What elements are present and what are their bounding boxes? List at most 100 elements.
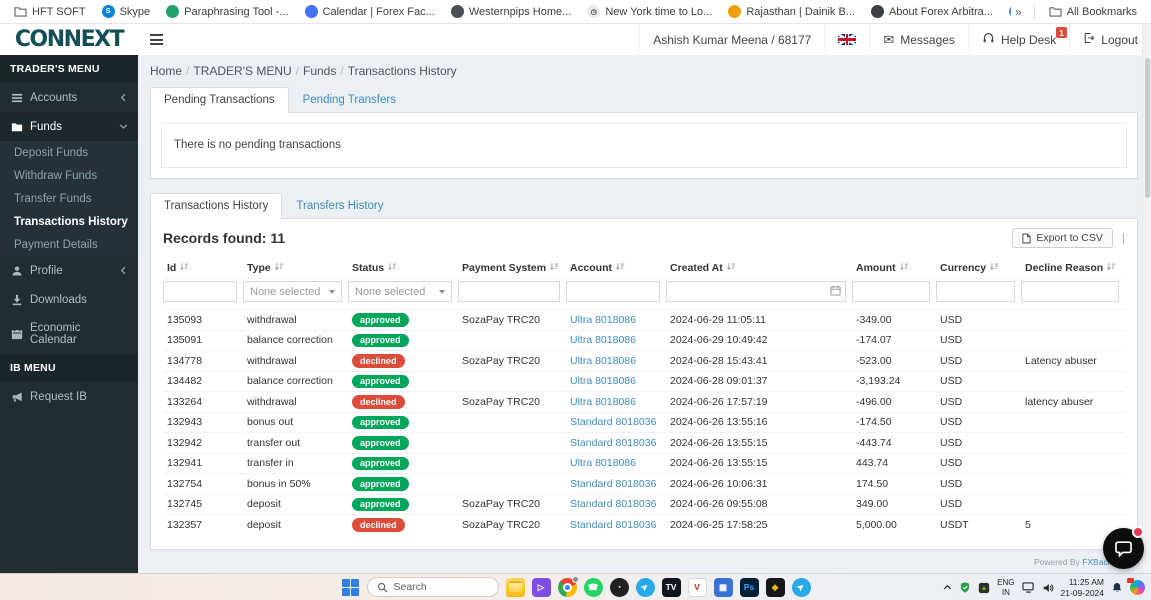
account-link[interactable]: Ultra 8018086 (570, 375, 636, 387)
cell-status: approved (348, 371, 458, 392)
all-bookmarks-button[interactable]: All Bookmarks (1043, 4, 1143, 20)
sidebar-item-downloads[interactable]: Downloads (0, 285, 138, 314)
column-header-amount[interactable]: Amount (852, 256, 936, 279)
bookmark-google-translate[interactable]: Google Translate (1003, 3, 1011, 20)
export-to-csv-button[interactable]: Export to CSV (1012, 228, 1113, 248)
gpu-app-icon[interactable] (978, 582, 990, 594)
volume-icon[interactable] (1042, 582, 1054, 594)
media-player-icon[interactable]: ▷ (532, 578, 551, 597)
column-header-decline-reason[interactable]: Decline Reason (1021, 256, 1125, 279)
telegram-icon-2[interactable]: ➤ (792, 578, 811, 597)
bookmark-new-york-time-to-lo[interactable]: ◷New York time to Lo... (581, 3, 718, 20)
network-icon[interactable] (1022, 582, 1035, 593)
tab-pending-transfers[interactable]: Pending Transfers (289, 87, 410, 113)
tradingview-icon[interactable]: TV (662, 578, 681, 597)
sidebar-item-accounts[interactable]: Accounts (0, 83, 138, 112)
help-desk-button[interactable]: Help Desk 1 (968, 24, 1069, 55)
sidebar-item-transfer-funds[interactable]: Transfer Funds (0, 187, 138, 210)
sidebar-item-withdraw-funds[interactable]: Withdraw Funds (0, 164, 138, 187)
tab-transactions-history[interactable]: Transactions History (150, 193, 282, 219)
filter-input-id[interactable] (163, 281, 237, 302)
cell: USD (936, 371, 1021, 392)
account-link[interactable]: Standard 8018036 (570, 519, 656, 531)
account-link[interactable]: Standard 8018036 (570, 478, 656, 490)
bookmark-rajasthan-dainik-b[interactable]: Rajasthan | Dainik B... (722, 3, 861, 20)
account-link[interactable]: Standard 8018036 (570, 416, 656, 428)
sidebar-item-profile[interactable]: Profile (0, 256, 138, 285)
sidebar-item-funds[interactable]: Funds (0, 112, 138, 141)
account-link[interactable]: Ultra 8018086 (570, 396, 636, 408)
column-header-type[interactable]: Type (243, 256, 348, 279)
bookmark-skype[interactable]: SSkype (96, 3, 157, 20)
account-link[interactable]: Standard 8018036 (570, 437, 656, 449)
filter-input-decline-reason[interactable] (1021, 281, 1119, 302)
antivirus-shield-icon[interactable] (959, 581, 971, 594)
filter-input-payment-system[interactable] (458, 281, 560, 302)
bookmark-calendar-forex-fac[interactable]: Calendar | Forex Fac... (299, 3, 441, 20)
telegram-icon[interactable]: ➤ (636, 578, 655, 597)
photoshop-icon[interactable]: Ps (740, 578, 759, 597)
window-scrollbar[interactable] (1142, 24, 1151, 573)
sidebar-item-deposit-funds[interactable]: Deposit Funds (0, 141, 138, 164)
obs-icon[interactable]: ◔ (610, 578, 629, 597)
logout-button[interactable]: Logout (1069, 24, 1151, 55)
file-explorer-icon[interactable] (506, 578, 525, 597)
tab-pending-transactions[interactable]: Pending Transactions (150, 87, 289, 113)
column-header-status[interactable]: Status (348, 256, 458, 279)
taskbar-search[interactable]: Search (367, 577, 499, 597)
account-link[interactable]: Ultra 8018086 (570, 355, 636, 367)
calendar-icon[interactable] (830, 285, 841, 296)
hamburger-menu-icon[interactable] (138, 30, 175, 49)
column-header-id[interactable]: Id (163, 256, 243, 279)
clock[interactable]: 11:25 AM21-09-2024 (1061, 577, 1104, 597)
column-menu-icon[interactable] (1122, 229, 1125, 247)
column-header-created-at[interactable]: Created At (666, 256, 852, 279)
cell: 2024-06-29 11:05:11 (666, 310, 852, 331)
account-link[interactable]: Ultra 8018086 (570, 334, 636, 346)
v-app-icon[interactable]: V (688, 578, 707, 597)
chrome-icon[interactable] (558, 578, 577, 597)
cell: -496.00 (852, 392, 936, 413)
column-header-account[interactable]: Account (566, 256, 666, 279)
binance-icon[interactable]: ◆ (766, 578, 785, 597)
tab-transfers-history[interactable]: Transfers History (282, 193, 397, 219)
filter-select-type[interactable]: None selected (243, 281, 342, 302)
notifications-bell-icon[interactable] (1111, 581, 1123, 594)
favicon (305, 5, 318, 18)
account-link[interactable]: Ultra 8018086 (570, 457, 636, 469)
remote-desktop-icon[interactable]: ▦ (714, 578, 733, 597)
sidebar-item-economic-calendar[interactable]: Economic Calendar (0, 314, 138, 354)
sidebar-item-request-ib[interactable]: Request IB (0, 382, 138, 411)
filter-select-status[interactable]: None selected (348, 281, 452, 302)
filter-input-account[interactable] (566, 281, 660, 302)
chat-widget-button[interactable] (1103, 528, 1144, 569)
cell: 132942 (163, 433, 243, 454)
bookmarks-overflow-icon[interactable]: » (1011, 5, 1026, 19)
scrollbar-thumb[interactable] (1145, 58, 1150, 198)
bookmark-hft-soft[interactable]: HFT SOFT (8, 4, 92, 20)
bookmark-westernpips-home[interactable]: Westernpips Home... (445, 3, 578, 20)
column-header-currency[interactable]: Currency (936, 256, 1021, 279)
messages-button[interactable]: ✉ Messages (869, 24, 968, 55)
breadcrumb-home[interactable]: Home (150, 64, 182, 78)
connext-logo[interactable]: CONNEXT (0, 24, 138, 55)
windows-start-button[interactable] (341, 578, 360, 597)
copilot-icon[interactable] (1130, 580, 1145, 595)
language-indicator[interactable]: ENGIN (997, 578, 1014, 596)
language-selector[interactable] (824, 24, 869, 55)
account-link[interactable]: Ultra 8018086 (570, 314, 636, 326)
filter-input-currency[interactable] (936, 281, 1015, 302)
sidebar-item-transactions-history[interactable]: Transactions History (0, 210, 138, 233)
bookmark-paraphrasing-tool[interactable]: Paraphrasing Tool -... (160, 3, 294, 20)
filter-input-amount[interactable] (852, 281, 930, 302)
breadcrumb-trader-s-menu[interactable]: TRADER'S MENU (193, 64, 291, 78)
user-menu[interactable]: Ashish Kumar Meena / 68177 (639, 24, 824, 55)
tray-chevron-up-icon[interactable] (943, 583, 952, 592)
sidebar-item-payment-details[interactable]: Payment Details (0, 233, 138, 256)
filter-input-created-at[interactable] (666, 281, 846, 302)
column-header-payment-system[interactable]: Payment System (458, 256, 566, 279)
bookmark-about-forex-arbitra[interactable]: About Forex Arbitra... (865, 3, 999, 20)
account-link[interactable]: Standard 8018036 (570, 498, 656, 510)
whatsapp-icon[interactable]: ☎ (584, 578, 603, 597)
breadcrumb-funds[interactable]: Funds (303, 64, 336, 78)
